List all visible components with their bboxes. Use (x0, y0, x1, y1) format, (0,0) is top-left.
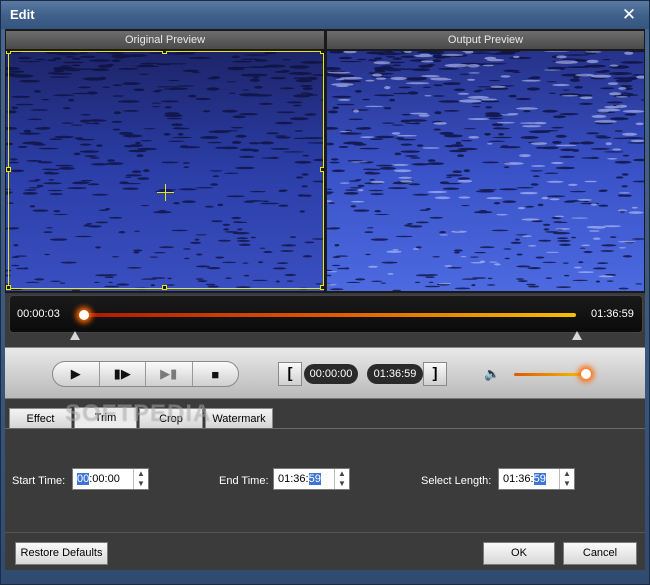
total-time: 01:36:59 (591, 308, 634, 320)
next-frame-icon: ▶▮ (160, 366, 178, 381)
tab-watermark[interactable]: Watermark (205, 408, 273, 429)
footer: Restore Defaults OK Cancel (5, 532, 645, 570)
trim-panel: Start Time: 00:00:00 ▲ ▼ End Time: 01:36:… (5, 428, 645, 532)
timeline-track[interactable] (84, 313, 576, 317)
end-time-rest: 01:36: (278, 473, 309, 485)
stop-button[interactable]: ■ (193, 362, 239, 386)
current-time: 00:00:03 (17, 308, 60, 320)
close-icon[interactable]: ✕ (619, 5, 639, 25)
end-time-stepper[interactable]: ▲ ▼ (334, 469, 349, 489)
start-time-label: Start Time: (12, 475, 66, 487)
bracket-right-icon: ] (432, 365, 438, 382)
crop-handle[interactable] (162, 51, 167, 54)
dialog-client: Original Preview Output Preview 00:00:03… (5, 29, 645, 570)
chevron-down-icon[interactable]: ▼ (134, 479, 148, 489)
chevron-up-icon[interactable]: ▲ (335, 469, 349, 479)
select-length-selected: 59 (533, 473, 546, 485)
stop-icon: ■ (211, 366, 220, 382)
chevron-up-icon[interactable]: ▲ (560, 469, 574, 479)
tab-bar: Effect Trim Crop Watermark SOFTPEDIA (5, 400, 645, 430)
crop-handle[interactable] (6, 285, 11, 290)
play-icon: ▶ (70, 366, 81, 381)
ok-button[interactable]: OK (483, 542, 555, 565)
volume-slider[interactable] (514, 373, 586, 376)
start-time-display: 00:00:00 (304, 364, 358, 384)
cancel-button[interactable]: Cancel (563, 542, 637, 565)
original-preview[interactable] (6, 51, 324, 291)
play-button[interactable]: ▶ (53, 362, 100, 386)
chevron-up-icon[interactable]: ▲ (134, 469, 148, 479)
transport-controls: ▶ ▮▶ ▶▮ ■ (52, 361, 239, 387)
crop-rectangle[interactable] (8, 51, 324, 289)
start-time-selected: 00 (77, 473, 90, 485)
set-start-button[interactable]: [ (278, 362, 302, 386)
end-time-label: End Time: (219, 475, 269, 487)
original-preview-label: Original Preview (6, 31, 324, 49)
set-end-button[interactable]: ] (423, 362, 447, 386)
restore-defaults-button[interactable]: Restore Defaults (15, 542, 108, 565)
step-forward-icon: ▮▶ (113, 366, 131, 381)
water-image (327, 51, 644, 291)
crop-handle[interactable] (320, 51, 324, 54)
end-time-selected: 59 (308, 473, 321, 485)
playhead-knob[interactable] (79, 310, 89, 320)
volume-knob[interactable] (581, 369, 591, 379)
window-title: Edit (10, 7, 35, 22)
step-forward-button[interactable]: ▮▶ (100, 362, 146, 386)
chevron-down-icon[interactable]: ▼ (335, 479, 349, 489)
volume-icon[interactable]: 🔈 (484, 366, 502, 382)
output-preview (327, 51, 644, 291)
select-length-rest: 01:36: (503, 473, 534, 485)
preview-area: Original Preview Output Preview (5, 29, 645, 293)
start-time-stepper[interactable]: ▲ ▼ (133, 469, 148, 489)
crosshair-icon (157, 184, 174, 201)
trim-end-marker[interactable] (572, 331, 582, 340)
start-time-field[interactable]: 00:00:00 ▲ ▼ (72, 468, 149, 490)
crop-handle[interactable] (320, 285, 324, 290)
select-length-stepper[interactable]: ▲ ▼ (559, 469, 574, 489)
start-time-rest: :00:00 (89, 473, 120, 485)
softpedia-watermark: SOFTPEDIA (65, 400, 212, 427)
crop-handle[interactable] (6, 51, 11, 54)
trim-start-marker[interactable] (70, 331, 80, 340)
crop-handle[interactable] (6, 167, 11, 172)
timeline[interactable]: 00:00:03 01:36:59 (9, 295, 643, 333)
output-preview-label: Output Preview (327, 31, 644, 49)
crop-handle[interactable] (162, 285, 167, 290)
select-length-field[interactable]: 01:36:59 ▲ ▼ (498, 468, 575, 490)
tab-effect[interactable]: Effect (9, 408, 72, 429)
bracket-left-icon: [ (287, 365, 293, 382)
end-time-display: 01:36:59 (367, 364, 423, 384)
next-frame-button[interactable]: ▶▮ (146, 362, 193, 386)
crop-handle[interactable] (320, 167, 324, 172)
chevron-down-icon[interactable]: ▼ (560, 479, 574, 489)
select-length-label: Select Length: (421, 475, 492, 487)
title-bar[interactable]: Edit ✕ (1, 1, 649, 29)
control-bar: ▶ ▮▶ ▶▮ ■ [ 00:00:00 01:36:59 ] 🔈 (5, 347, 645, 399)
edit-window: Edit ✕ Original Preview Output Preview 0… (0, 0, 650, 585)
end-time-field[interactable]: 01:36:59 ▲ ▼ (273, 468, 350, 490)
